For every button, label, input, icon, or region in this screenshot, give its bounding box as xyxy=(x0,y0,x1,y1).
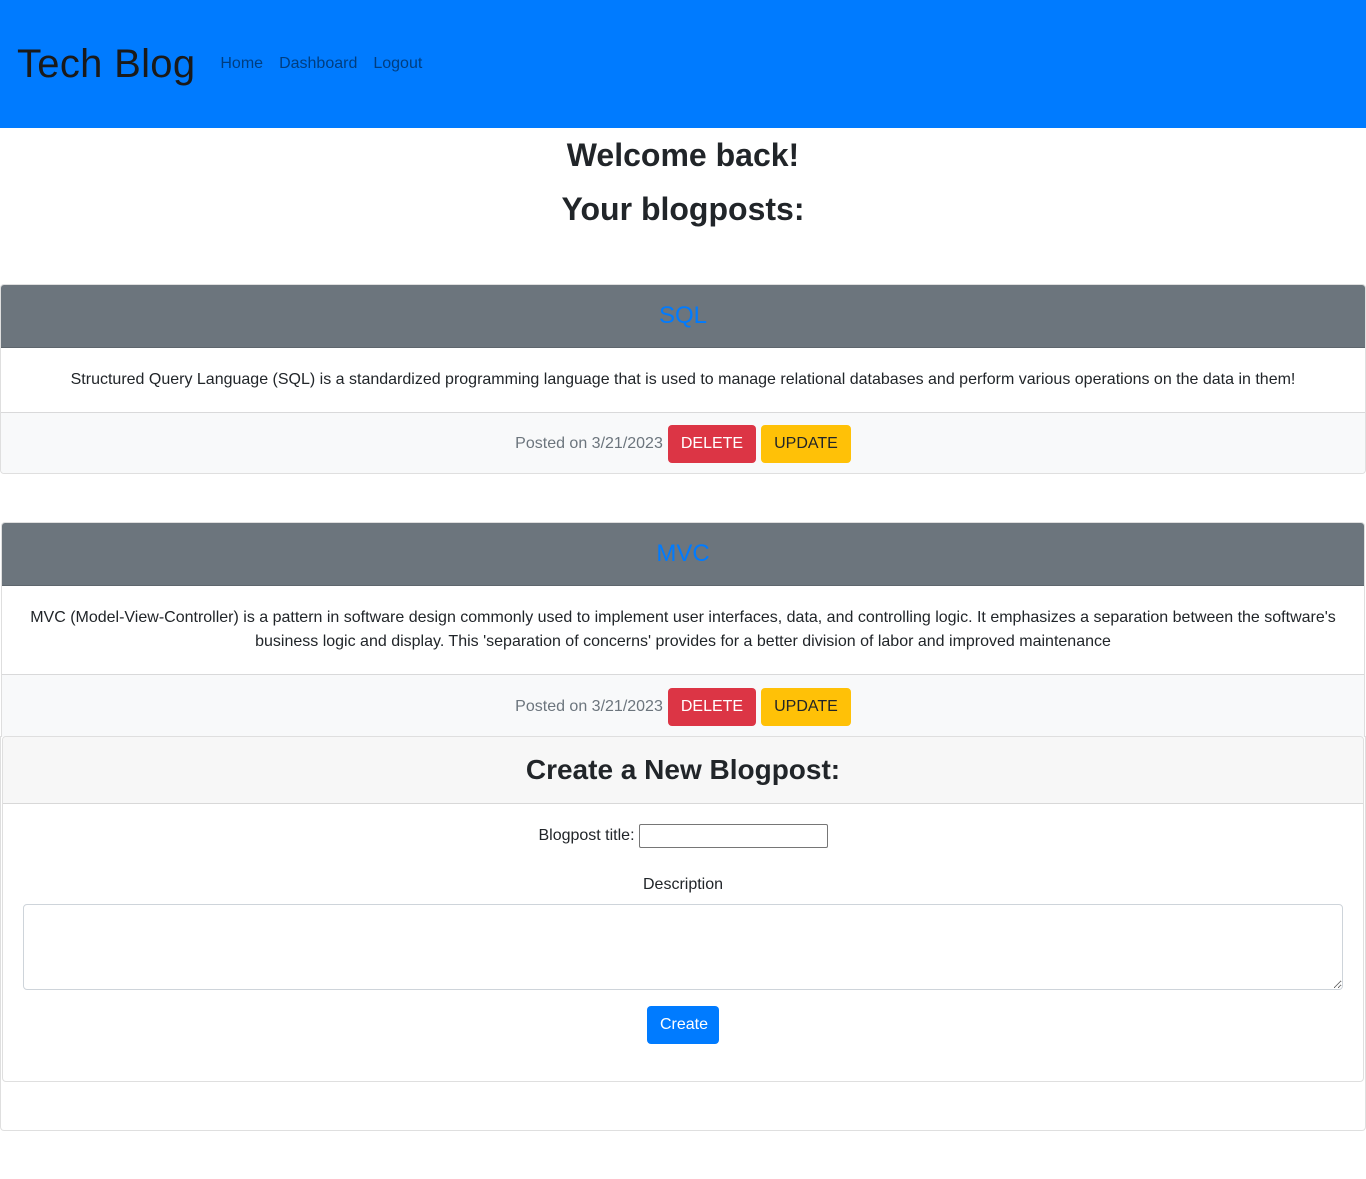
welcome-heading: Welcome back! xyxy=(566,137,800,173)
title-label: Blogpost title: xyxy=(538,827,635,844)
brand-logo[interactable]: Tech Blog xyxy=(17,42,195,87)
post-body: MVC (Model-View-Controller) is a pattern… xyxy=(30,609,1336,650)
post-footer: Posted on 3/21/2023 DELETE UPDATE xyxy=(2,674,1364,737)
description-label: Description xyxy=(642,876,724,893)
post-header: MVC xyxy=(2,523,1364,586)
post-card-mvc: MVC MVC (Model-View-Controller) is a pat… xyxy=(1,522,1365,737)
create-title: Create a New Blogpost: xyxy=(525,754,841,785)
post-header: SQL xyxy=(1,285,1365,348)
post-body: Structured Query Language (SQL) is a sta… xyxy=(70,371,1296,388)
title-form-row: Blogpost title: xyxy=(3,824,1363,848)
posted-date: Posted on 3/21/2023 xyxy=(515,697,663,715)
nav-link-logout[interactable]: Logout xyxy=(373,55,422,73)
create-button[interactable]: Create xyxy=(647,1006,719,1044)
create-post-card: Create a New Blogpost: Blogpost title: D… xyxy=(2,736,1364,1082)
title-input[interactable] xyxy=(638,824,828,848)
create-header: Create a New Blogpost: xyxy=(3,737,1363,804)
nav-link-home[interactable]: Home xyxy=(220,55,263,73)
post-title-link[interactable]: SQL xyxy=(659,302,707,330)
post-footer: Posted on 3/21/2023 DELETE UPDATE xyxy=(1,412,1365,473)
post-title-link[interactable]: MVC xyxy=(656,540,709,568)
post-card-sql: SQL Structured Query Language (SQL) is a… xyxy=(0,284,1366,474)
delete-button[interactable]: DELETE xyxy=(667,425,757,463)
description-textarea[interactable] xyxy=(23,904,1343,990)
nav-link-dashboard[interactable]: Dashboard xyxy=(279,55,357,73)
delete-button[interactable]: DELETE xyxy=(667,687,757,726)
posted-date: Posted on 3/21/2023 xyxy=(515,435,663,452)
navbar: Tech Blog Home Dashboard Logout xyxy=(0,0,1366,128)
update-button[interactable]: UPDATE xyxy=(761,687,851,726)
update-button[interactable]: UPDATE xyxy=(761,425,851,463)
posts-heading: Your blogposts: xyxy=(561,191,805,227)
